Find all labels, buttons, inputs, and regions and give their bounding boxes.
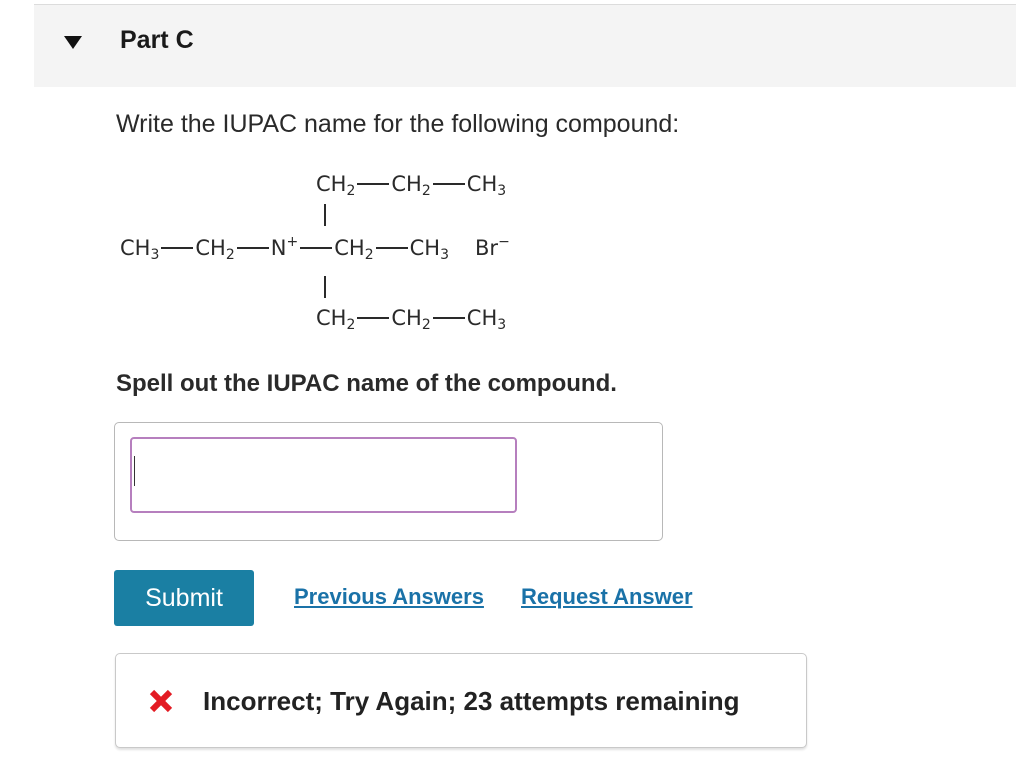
atom-label: CH <box>120 236 151 260</box>
bond <box>236 247 269 249</box>
atom-charge: + <box>286 234 299 250</box>
atom-subscript: 2 <box>364 247 374 263</box>
vertical-bond-bottom <box>324 276 326 298</box>
atom-label: CH <box>409 236 441 260</box>
atom-label: CH <box>391 306 422 330</box>
atom-label: CH <box>466 306 498 330</box>
chemical-structure: CH2 CH2 CH3 CH3 CH2 N+ CH2 CH3 Br− CH2 CH2 CH3 <box>120 166 620 346</box>
atom-subscript: 3 <box>497 183 507 199</box>
atom-subscript: 2 <box>346 317 356 333</box>
atom-label: CH <box>316 306 347 330</box>
bond <box>357 317 390 319</box>
atom-subscript: 2 <box>421 317 431 333</box>
previous-answers-link[interactable]: Previous Answers <box>294 584 484 610</box>
structure-top-chain: CH2 CH2 CH3 <box>316 172 507 199</box>
triangle-down-icon[interactable] <box>64 36 82 49</box>
x-icon <box>149 689 173 713</box>
answer-prompt: Spell out the IUPAC name of the compound… <box>116 370 617 397</box>
atom-subscript: 2 <box>421 183 431 199</box>
question-text: Write the IUPAC name for the following c… <box>116 110 680 138</box>
feedback-message: Incorrect; Try Again; 23 attempts remain… <box>203 686 740 716</box>
part-title[interactable]: Part C <box>120 26 194 55</box>
vertical-bond-top <box>324 204 326 226</box>
atom-subscript: 2 <box>225 247 235 263</box>
bond <box>161 247 194 249</box>
structure-middle-chain: CH3 CH2 N+ CH2 CH3 Br− <box>120 234 510 263</box>
bond <box>432 183 465 185</box>
atom-label: CH <box>466 172 498 196</box>
request-answer-link[interactable]: Request Answer <box>521 584 693 610</box>
atom-label: CH <box>334 236 365 260</box>
atom-subscript: 3 <box>497 317 507 333</box>
bond <box>375 247 408 249</box>
atom-subscript: 3 <box>440 247 450 263</box>
structure-bottom-chain: CH2 CH2 CH3 <box>316 306 507 333</box>
submit-button[interactable]: Submit <box>114 570 254 626</box>
counter-ion-charge: − <box>498 234 510 250</box>
atom-subscript: 3 <box>150 247 160 263</box>
bond <box>300 247 333 249</box>
atom-label: CH <box>195 236 226 260</box>
atom-subscript: 2 <box>346 183 356 199</box>
atom-label: CH <box>391 172 422 196</box>
text-caret <box>134 456 135 486</box>
answer-input[interactable] <box>130 437 517 513</box>
bond <box>432 317 465 319</box>
nitrogen-atom: N <box>270 236 287 260</box>
atom-label: CH <box>316 172 347 196</box>
bond <box>357 183 390 185</box>
counter-ion: Br <box>475 236 499 260</box>
